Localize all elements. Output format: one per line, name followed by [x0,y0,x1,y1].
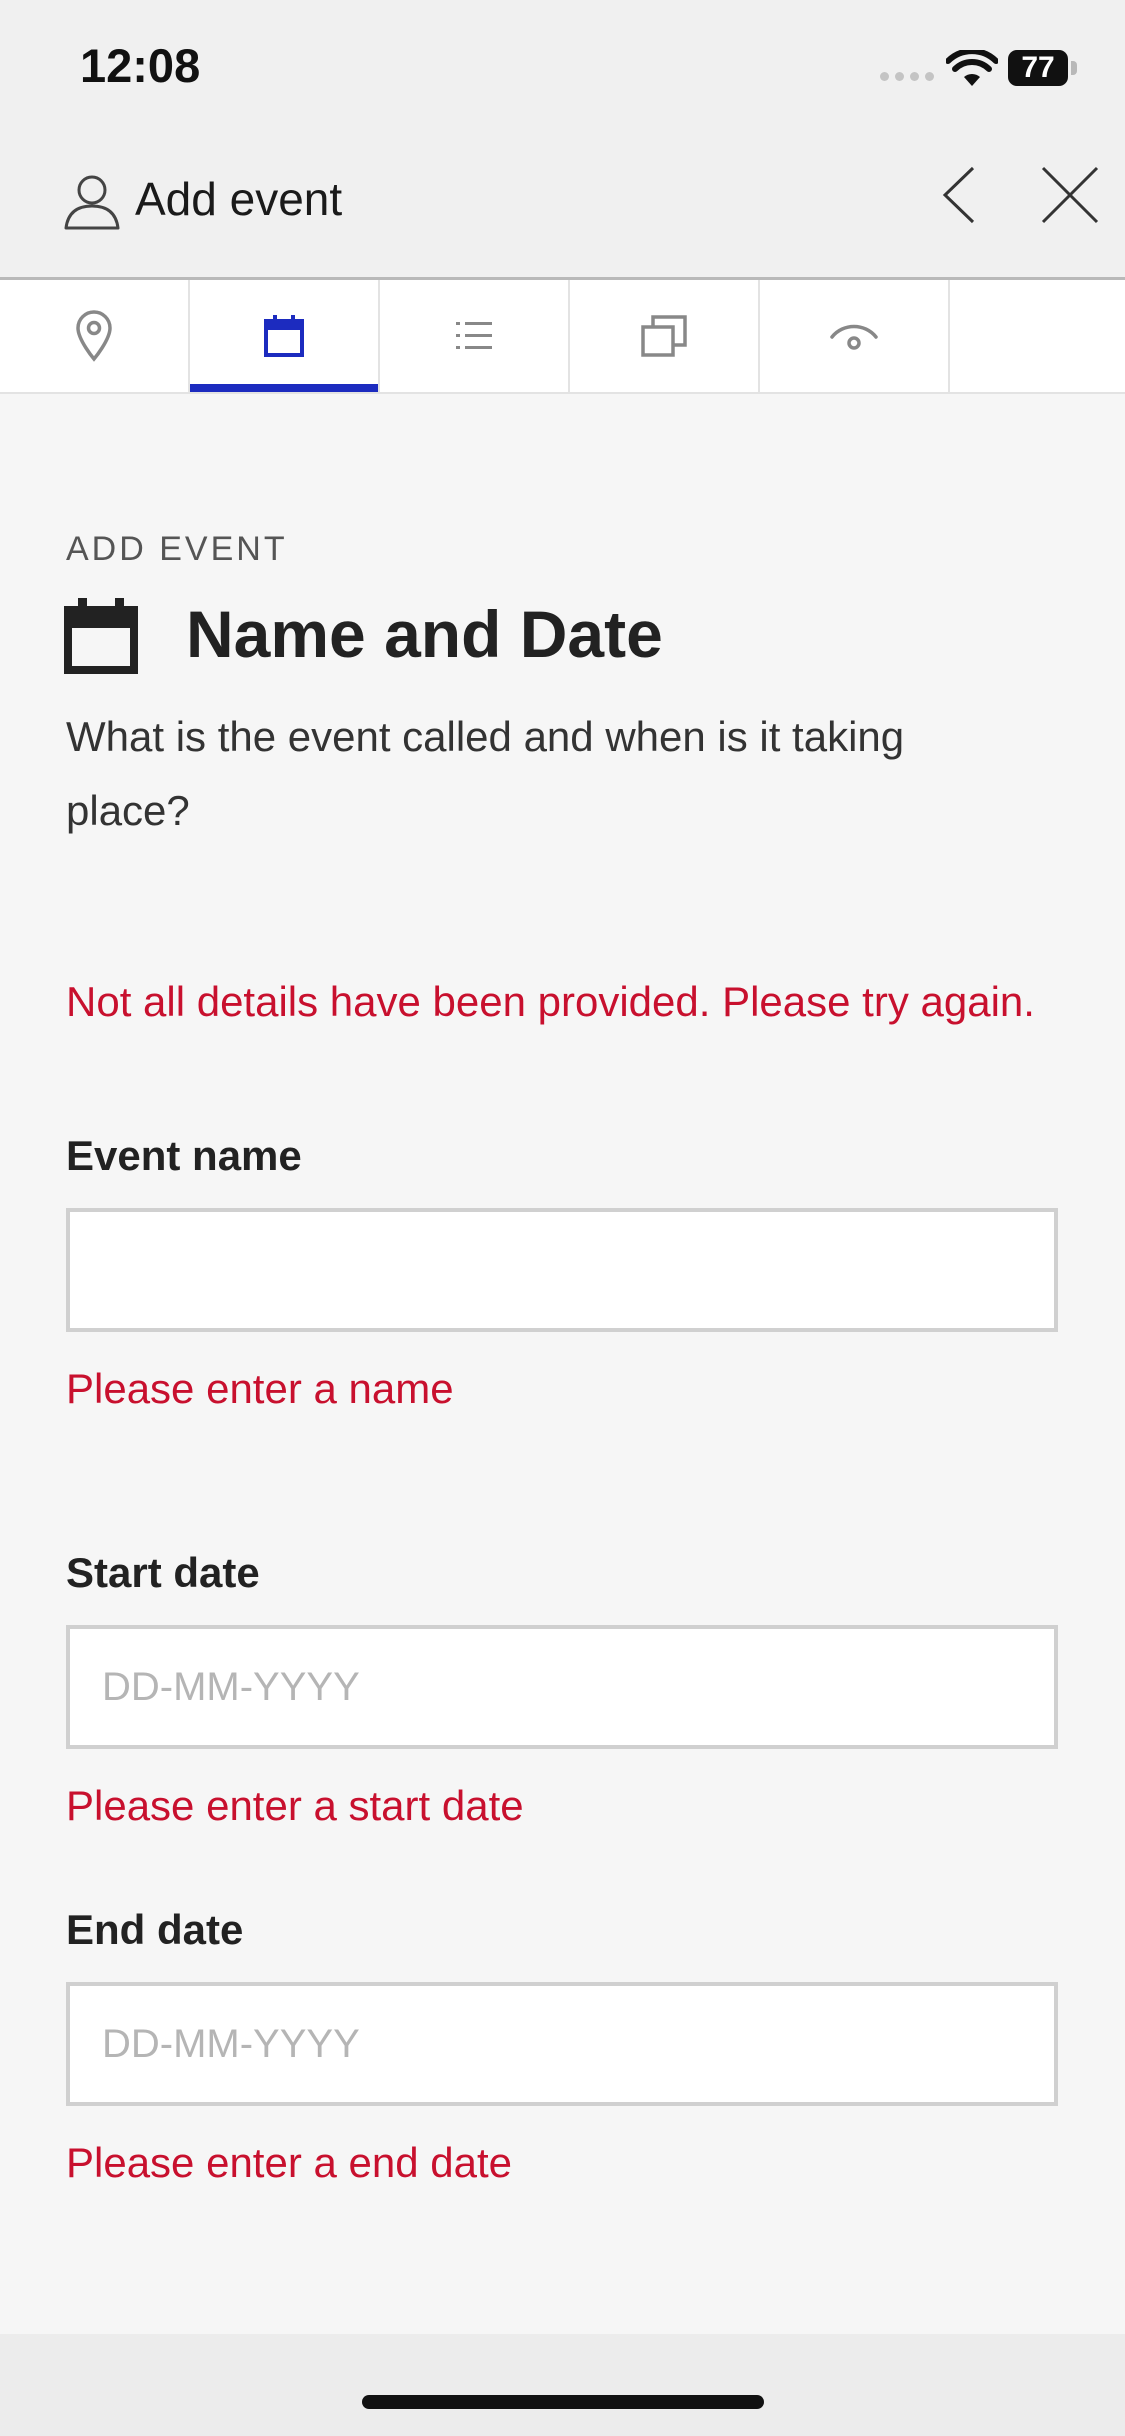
calendar-icon [64,598,138,674]
event-name-input[interactable] [66,1208,1058,1332]
tab-media[interactable] [570,280,760,392]
home-indicator[interactable] [362,2395,764,2409]
event-name-label: Event name [66,1132,302,1179]
status-bar: 12:08 77 [0,0,1125,140]
copy-icon [641,315,687,357]
cellular-signal-icon [880,72,934,81]
visibility-icon [830,324,878,350]
page-title: Name and Date [186,597,663,671]
nav-header: Add event [0,140,1125,280]
page-subtitle: What is the event called and when is it … [66,713,905,834]
status-time: 12:08 [80,39,201,92]
list-icon [456,322,492,349]
end-date-input[interactable] [66,1982,1058,2106]
section-eyebrow: ADD EVENT [66,530,288,568]
end-date-error: Please enter a end date [66,2139,513,2186]
start-date-label: Start date [66,1549,260,1596]
tab-location[interactable] [0,280,190,392]
close-button[interactable] [1035,160,1105,230]
start-date-input[interactable] [66,1625,1058,1749]
calendar-icon [264,315,304,357]
nav-title: Add event [135,173,343,225]
back-button[interactable] [935,160,985,230]
battery-indicator: 77 [1008,50,1078,90]
map-pin-icon [76,310,112,362]
start-date-error: Please enter a start date [66,1782,524,1829]
battery-level: 77 [1021,51,1055,84]
form-error-message: Not all details have been provided. Plea… [66,978,1035,1025]
tab-details[interactable] [380,280,570,392]
tab-visibility[interactable] [760,280,950,392]
bottom-bar [0,2334,1125,2436]
end-date-label: End date [66,1906,244,1953]
wifi-icon [946,50,998,86]
event-name-error: Please enter a name [66,1365,454,1412]
person-icon [64,175,120,230]
tab-bar [0,280,1125,394]
tab-date[interactable] [190,280,380,392]
